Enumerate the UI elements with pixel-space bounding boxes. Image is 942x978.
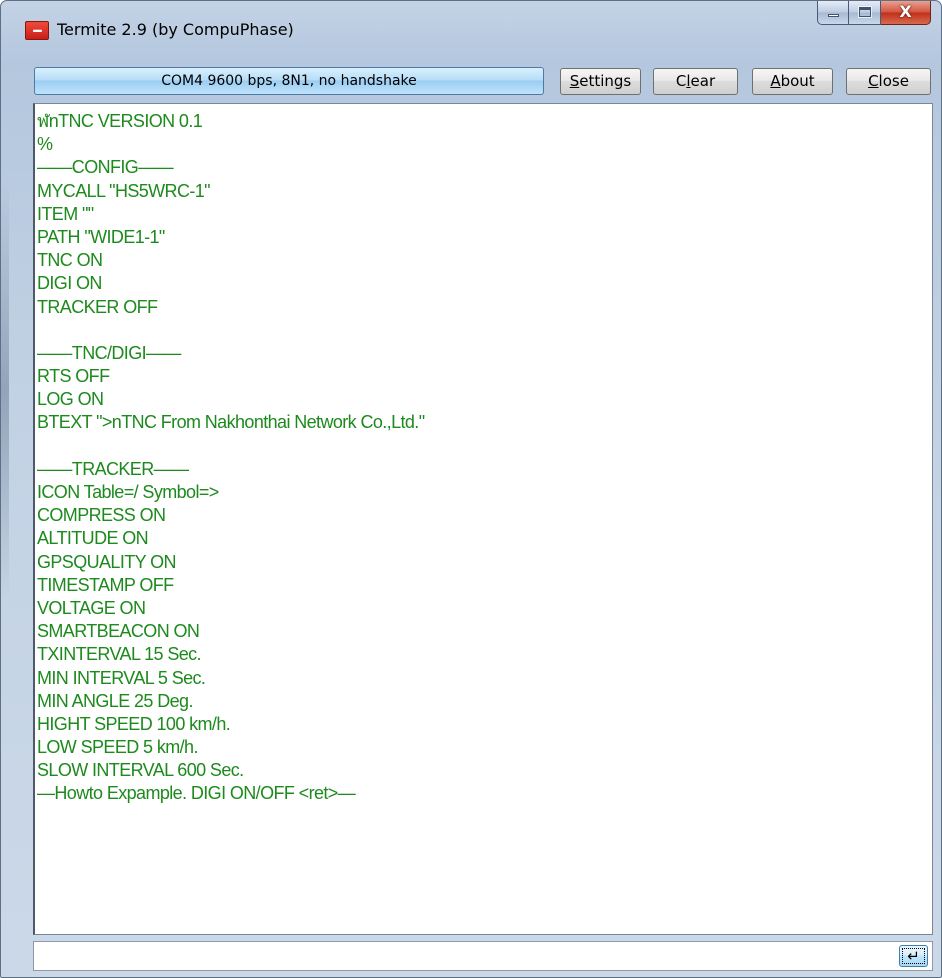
maximize-button[interactable] bbox=[849, 1, 881, 25]
terminal-line: —Howto Expample. DIGI ON/OFF <ret>— bbox=[37, 783, 356, 804]
terminal-line: RTS OFF bbox=[37, 366, 110, 387]
terminal-output[interactable]: ฬnTNC VERSION 0.1% ——CONFIG—— MYCALL "HS5W… bbox=[33, 103, 933, 935]
about-button[interactable]: About bbox=[752, 68, 833, 95]
terminal-line: PATH "WIDE1-1" bbox=[37, 226, 165, 247]
terminal-line: TIMESTAMP OFF bbox=[37, 574, 174, 595]
terminal-line: HIGHT SPEED 100 km/h. bbox=[37, 713, 231, 734]
terminal-line: ICON Table=/ Symbol=> bbox=[37, 482, 219, 502]
terminal-line: TRACKER OFF bbox=[37, 296, 158, 317]
terminal-line: ALTITUDE ON bbox=[37, 528, 149, 549]
terminal-line: TNC ON bbox=[37, 250, 103, 271]
terminal-line: COMPRESS ON bbox=[37, 505, 166, 526]
minimize-icon bbox=[828, 14, 839, 17]
terminal-line: VOLTAGE ON bbox=[37, 597, 146, 618]
terminal-line: DIGI ON bbox=[37, 273, 102, 294]
terminal-line: LOW SPEED 5 km/h. bbox=[37, 737, 198, 758]
terminal-line: ——TRACKER—— bbox=[37, 458, 189, 479]
termite-app-icon[interactable]: ▬▬ bbox=[25, 21, 49, 40]
command-input-row: ↵ bbox=[33, 941, 933, 971]
close-button[interactable]: Close bbox=[846, 68, 931, 95]
enter-return-icon: ↵ bbox=[907, 947, 920, 965]
clear-button[interactable]: Clear bbox=[653, 68, 738, 95]
terminal-line: TXINTERVAL 15 Sec. bbox=[37, 644, 202, 665]
terminal-line: ITEM "" bbox=[37, 203, 94, 224]
termite-window: ▬▬ Termite 2.9 (by CompuPhase) X COM4 96… bbox=[0, 0, 942, 978]
maximize-icon bbox=[858, 6, 872, 18]
command-input[interactable] bbox=[34, 942, 884, 970]
port-status-field[interactable]: COM4 9600 bps, 8N1, no handshake bbox=[34, 67, 544, 95]
terminal-line: GPSQUALITY ON bbox=[37, 551, 177, 572]
terminal-line: MIN ANGLE 25 Deg. bbox=[37, 690, 193, 711]
terminal-line: ฬnTNC VERSION 0.1 bbox=[37, 111, 203, 131]
terminal-line: MYCALL "HS5WRC-1" bbox=[37, 180, 211, 201]
close-icon: X bbox=[899, 2, 912, 21]
terminal-lines: ฬnTNC VERSION 0.1% ——CONFIG—— MYCALL "HS5W… bbox=[37, 110, 425, 806]
title-bar[interactable]: ▬▬ Termite 2.9 (by CompuPhase) X bbox=[1, 1, 941, 61]
terminal-line: SLOW INTERVAL 600 Sec. bbox=[37, 760, 244, 781]
terminal-line: ——CONFIG—— bbox=[37, 157, 174, 178]
close-window-button[interactable]: X bbox=[881, 1, 931, 25]
terminal-line: LOG ON bbox=[37, 389, 104, 410]
terminal-line: SMARTBEACON ON bbox=[37, 621, 200, 642]
window-title: Termite 2.9 (by CompuPhase) bbox=[57, 20, 294, 39]
settings-button[interactable]: Settings bbox=[560, 68, 641, 95]
send-button[interactable]: ↵ bbox=[899, 945, 928, 967]
terminal-line: % bbox=[37, 134, 53, 155]
caption-buttons: X bbox=[817, 1, 931, 25]
terminal-line: MIN INTERVAL 5 Sec. bbox=[37, 667, 206, 688]
terminal-line: ——TNC/DIGI—— bbox=[37, 342, 181, 363]
terminal-line: BTEXT ">nTNC From Nakhonthai Network Co.… bbox=[37, 412, 425, 433]
minimize-button[interactable] bbox=[817, 1, 849, 25]
